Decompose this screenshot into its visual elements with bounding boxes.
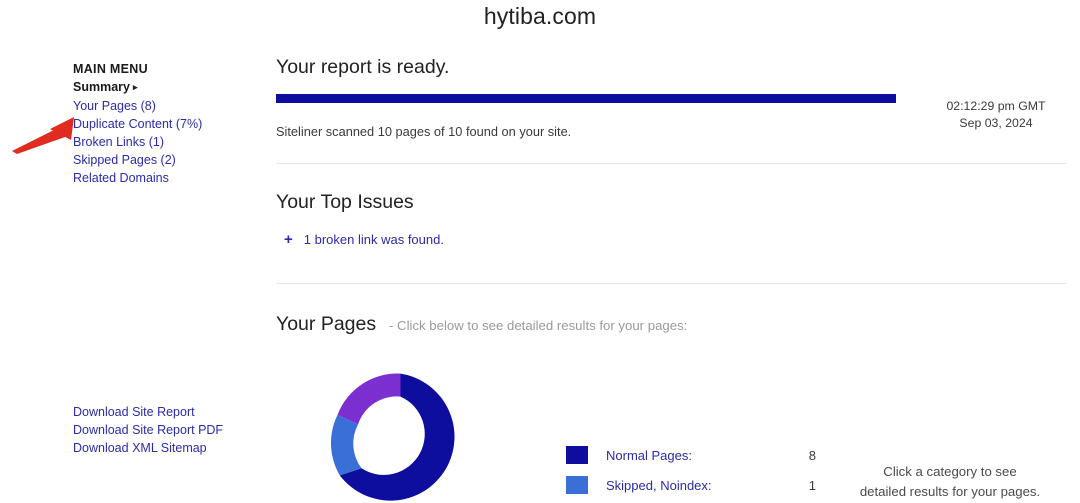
sidebar: MAIN MENU Summary ▸ Your Pages (8) Duplic… (73, 60, 253, 187)
scan-progress-fill (276, 94, 896, 103)
legend-item-normal-pages[interactable]: Normal Pages: 8 (566, 440, 816, 470)
top-issue-item[interactable]: + 1 broken link was found. (284, 232, 444, 247)
download-site-report-link[interactable]: Download Site Report (73, 403, 273, 421)
sidebar-item-summary[interactable]: Summary ▸ (73, 78, 253, 97)
siteliner-report-page: hytiba.com MAIN MENU Summary ▸ Your Pages… (0, 0, 1080, 503)
scan-summary-text: Siteliner scanned 10 pages of 10 found o… (276, 124, 572, 139)
sidebar-item-skipped-pages[interactable]: Skipped Pages (2) (73, 151, 253, 169)
top-issues-title: Your Top Issues (276, 191, 414, 213)
chart-hint-text: Click a category to see detailed results… (820, 462, 1080, 502)
red-arrow-annotation-icon (12, 117, 74, 154)
download-links: Download Site Report Download Site Repor… (73, 403, 273, 457)
sidebar-item-related-domains[interactable]: Related Domains (73, 169, 253, 187)
legend-value-skipped-noindex: 1 (808, 477, 816, 493)
scan-progress-bar (276, 94, 896, 103)
report-ready-title: Your report is ready. (276, 56, 450, 78)
divider (276, 283, 1066, 284)
your-pages-subtitle: - Click below to see detailed results fo… (389, 318, 688, 333)
legend-label-normal-pages[interactable]: Normal Pages: (606, 448, 786, 463)
report-date: Sep 03, 2024 (959, 116, 1033, 130)
chart-legend: Normal Pages: 8 Skipped, Noindex: 1 (566, 440, 816, 500)
legend-label-skipped-noindex[interactable]: Skipped, Noindex: (606, 478, 786, 493)
your-pages-title: Your Pages (276, 313, 377, 335)
sidebar-item-broken-links[interactable]: Broken Links (1) (73, 133, 253, 151)
legend-swatch-skipped-noindex (566, 476, 588, 494)
legend-item-skipped-noindex[interactable]: Skipped, Noindex: 1 (566, 470, 816, 500)
caret-right-icon: ▸ (132, 82, 138, 92)
donut-slice-duplicate-content[interactable] (337, 373, 401, 425)
download-site-report-pdf-link[interactable]: Download Site Report PDF (73, 421, 273, 439)
download-xml-sitemap-link[interactable]: Download XML Sitemap (73, 439, 273, 457)
main-content: Your report is ready. Siteliner scanned … (276, 0, 1080, 503)
report-time: 02:12:29 pm GMT (946, 99, 1046, 113)
report-timestamp: 02:12:29 pm GMT Sep 03, 2024 (912, 98, 1080, 132)
chart-hint-line-1: Click a category to see (883, 464, 1017, 479)
sidebar-item-duplicate-content[interactable]: Duplicate Content (7%) (73, 115, 253, 133)
donut-slice-skipped-noindex[interactable] (330, 414, 362, 476)
donut-chart-svg (330, 373, 455, 501)
sidebar-item-summary-label: Summary (73, 80, 130, 94)
plus-expand-icon[interactable]: + (284, 232, 293, 247)
divider (276, 163, 1066, 164)
sidebar-heading: MAIN MENU (73, 62, 148, 76)
legend-value-normal-pages: 8 (808, 447, 816, 463)
chart-hint-line-2: detailed results for your pages. (859, 484, 1041, 499)
legend-swatch-normal-pages (566, 446, 588, 464)
pages-donut-chart (288, 372, 513, 503)
top-issue-label[interactable]: 1 broken link was found. (304, 232, 444, 247)
sidebar-item-your-pages[interactable]: Your Pages (8) (73, 97, 253, 115)
